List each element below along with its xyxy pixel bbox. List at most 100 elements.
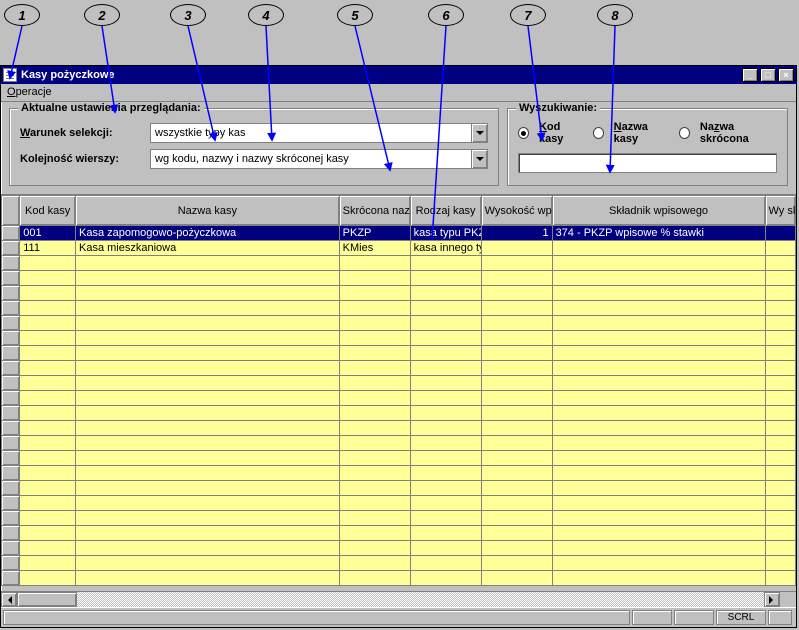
radio-kod-kasy-label[interactable]: Kod kasy	[539, 121, 583, 145]
cell[interactable]	[76, 361, 340, 376]
cell[interactable]	[410, 436, 481, 451]
cell[interactable]	[76, 406, 340, 421]
cell[interactable]	[410, 421, 481, 436]
cell[interactable]	[765, 451, 796, 466]
cell[interactable]	[481, 466, 552, 481]
cell[interactable]	[481, 481, 552, 496]
row-header[interactable]	[2, 556, 20, 571]
cell[interactable]	[339, 451, 410, 466]
cell[interactable]: 001	[20, 226, 76, 241]
cell[interactable]	[481, 421, 552, 436]
row-header[interactable]	[2, 346, 20, 361]
cell[interactable]	[481, 436, 552, 451]
table-row[interactable]	[2, 256, 796, 271]
table-row[interactable]: 001Kasa zapomogowo-pożyczkowaPKZPkasa ty…	[2, 226, 796, 241]
cell[interactable]	[765, 466, 796, 481]
cell[interactable]	[76, 256, 340, 271]
cell[interactable]	[410, 376, 481, 391]
table-row[interactable]	[2, 556, 796, 571]
col-kod[interactable]: Kod kasy	[20, 196, 76, 226]
table-row[interactable]	[2, 496, 796, 511]
cell[interactable]	[339, 316, 410, 331]
cell[interactable]	[410, 301, 481, 316]
cell[interactable]	[76, 286, 340, 301]
table-row[interactable]	[2, 466, 796, 481]
cell[interactable]: 111	[20, 241, 76, 256]
radio-nazwa-skrocona-label[interactable]: Nazwa skrócona	[700, 121, 777, 145]
table-row[interactable]	[2, 541, 796, 556]
cell[interactable]	[552, 556, 765, 571]
data-grid[interactable]: Kod kasy Nazwa kasy Skrócona nazwa kasy …	[1, 195, 796, 591]
row-header[interactable]	[2, 271, 20, 286]
cell[interactable]	[410, 361, 481, 376]
table-row[interactable]	[2, 316, 796, 331]
cell[interactable]	[76, 451, 340, 466]
cell[interactable]	[765, 241, 796, 256]
cell[interactable]	[339, 496, 410, 511]
search-input[interactable]	[518, 153, 777, 173]
cell[interactable]	[765, 271, 796, 286]
cell[interactable]	[20, 466, 76, 481]
cell[interactable]	[765, 226, 796, 241]
col-rodzaj[interactable]: Rodzaj kasy	[410, 196, 481, 226]
table-row[interactable]: 111Kasa mieszkaniowaKMieskasa innego ty	[2, 241, 796, 256]
scroll-track[interactable]	[17, 592, 764, 607]
cell[interactable]	[410, 331, 481, 346]
horizontal-scrollbar[interactable]	[1, 591, 796, 607]
cell[interactable]	[410, 571, 481, 586]
cell[interactable]	[765, 391, 796, 406]
cell[interactable]	[552, 256, 765, 271]
cell[interactable]	[76, 526, 340, 541]
cell[interactable]	[481, 241, 552, 256]
cell[interactable]	[765, 361, 796, 376]
row-header[interactable]	[2, 571, 20, 586]
cell[interactable]: KMies	[339, 241, 410, 256]
cell[interactable]	[410, 316, 481, 331]
row-header[interactable]	[2, 361, 20, 376]
cell[interactable]	[410, 511, 481, 526]
cell[interactable]	[552, 496, 765, 511]
cell[interactable]	[20, 511, 76, 526]
cell[interactable]	[765, 331, 796, 346]
cell[interactable]	[20, 361, 76, 376]
cell[interactable]	[481, 406, 552, 421]
cell[interactable]	[552, 541, 765, 556]
table-row[interactable]	[2, 271, 796, 286]
cell[interactable]	[552, 241, 765, 256]
cell[interactable]	[481, 391, 552, 406]
cell[interactable]	[481, 376, 552, 391]
cell[interactable]	[481, 511, 552, 526]
cell[interactable]	[481, 256, 552, 271]
cell[interactable]	[765, 316, 796, 331]
cell[interactable]	[339, 511, 410, 526]
cell[interactable]	[76, 376, 340, 391]
row-header[interactable]	[2, 496, 20, 511]
row-header[interactable]	[2, 526, 20, 541]
cell[interactable]	[20, 436, 76, 451]
cell[interactable]: kasa typu PKZ	[410, 226, 481, 241]
cell[interactable]	[76, 346, 340, 361]
cell[interactable]	[552, 421, 765, 436]
cell[interactable]	[481, 526, 552, 541]
row-header[interactable]	[2, 391, 20, 406]
cell[interactable]	[20, 271, 76, 286]
cell[interactable]	[76, 421, 340, 436]
cell[interactable]	[339, 406, 410, 421]
scroll-thumb[interactable]	[17, 592, 77, 607]
cell[interactable]	[765, 571, 796, 586]
cell[interactable]	[765, 346, 796, 361]
cell[interactable]	[20, 346, 76, 361]
cell[interactable]	[481, 361, 552, 376]
chevron-down-icon[interactable]	[471, 150, 487, 168]
cell[interactable]	[20, 571, 76, 586]
row-header[interactable]	[2, 301, 20, 316]
cell[interactable]	[552, 466, 765, 481]
cell[interactable]	[339, 541, 410, 556]
table-row[interactable]	[2, 436, 796, 451]
cell[interactable]	[339, 301, 410, 316]
row-header[interactable]	[2, 451, 20, 466]
cell[interactable]	[552, 286, 765, 301]
cell[interactable]	[481, 556, 552, 571]
row-header[interactable]	[2, 331, 20, 346]
table-row[interactable]	[2, 451, 796, 466]
